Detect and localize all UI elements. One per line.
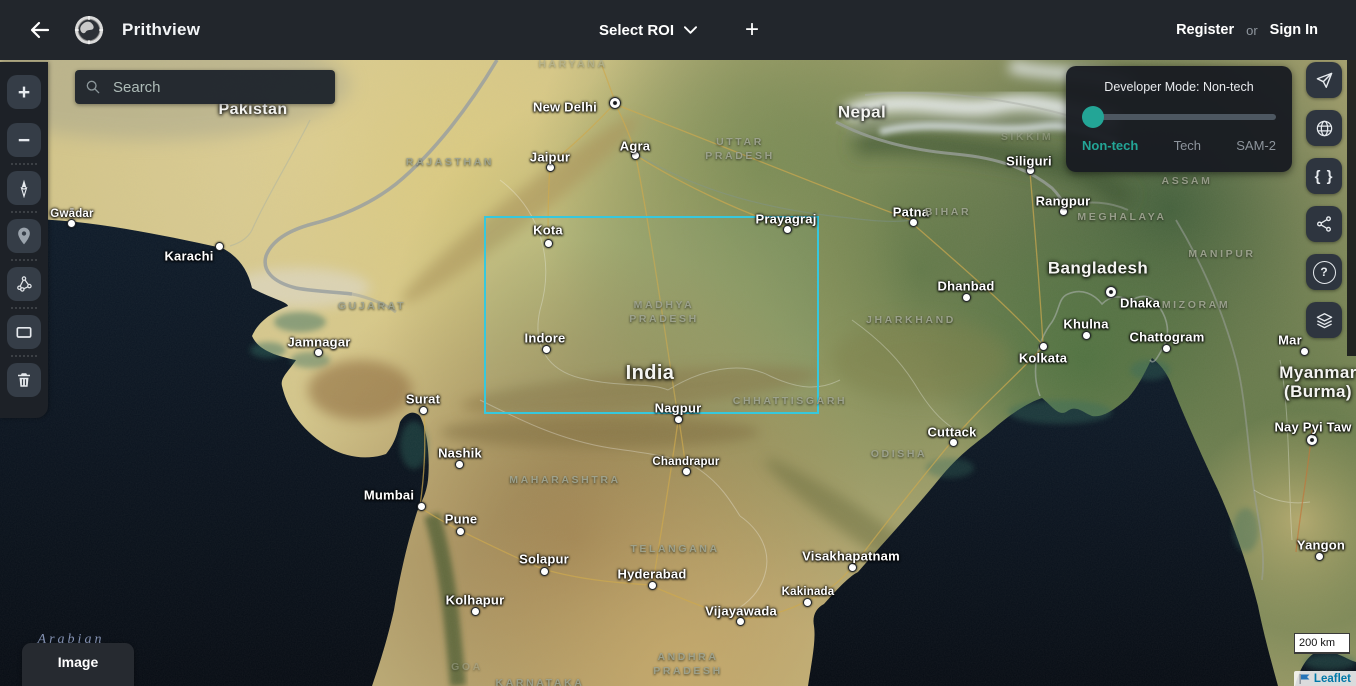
- polygon-draw-button[interactable]: [7, 267, 41, 301]
- leaflet-link[interactable]: Leaflet: [1314, 673, 1351, 685]
- signin-link[interactable]: Sign In: [1270, 22, 1318, 38]
- help-icon: ?: [1313, 261, 1336, 284]
- mode-option-sam2[interactable]: SAM-2: [1236, 138, 1276, 153]
- toolbar-separator: [11, 211, 37, 213]
- back-button[interactable]: [24, 14, 56, 46]
- zoom-in-button[interactable]: +: [7, 75, 41, 109]
- developer-mode-panel: Developer Mode: Non-tech Non-tech Tech S…: [1066, 66, 1292, 172]
- add-roi-button[interactable]: +: [741, 18, 763, 42]
- mode-options: Non-tech Tech SAM-2: [1082, 138, 1276, 153]
- mode-slider-track[interactable]: [1082, 114, 1276, 120]
- image-button[interactable]: Image: [22, 643, 134, 686]
- share-icon: [1315, 215, 1333, 233]
- polygon-icon: [14, 274, 34, 294]
- leaflet-flag-icon: [1299, 674, 1310, 684]
- topbar-left: Prithview: [0, 14, 200, 46]
- marker-button[interactable]: [7, 219, 41, 253]
- chevron-down-icon: [684, 26, 697, 34]
- or-text: or: [1246, 23, 1258, 38]
- plus-icon: +: [18, 82, 30, 103]
- mode-option-nontech[interactable]: Non-tech: [1082, 138, 1138, 153]
- compass-icon: [14, 178, 34, 198]
- topbar-center: Select ROI +: [593, 0, 763, 60]
- marker-pin-icon: [14, 226, 34, 246]
- right-toolbar: { } ?: [1306, 62, 1342, 338]
- code-button[interactable]: { }: [1306, 158, 1342, 194]
- app-logo-globe-icon: [74, 15, 104, 45]
- minus-icon: −: [18, 130, 30, 151]
- search-box[interactable]: [75, 70, 335, 104]
- mode-slider-knob[interactable]: [1082, 106, 1104, 128]
- delete-button[interactable]: [7, 363, 41, 397]
- compass-button[interactable]: [7, 171, 41, 205]
- zoom-out-button[interactable]: −: [7, 123, 41, 157]
- share-button[interactable]: [1306, 206, 1342, 242]
- left-toolbar: + −: [0, 62, 48, 418]
- globe-button[interactable]: [1306, 110, 1342, 146]
- rectangle-draw-button[interactable]: [7, 315, 41, 349]
- braces-icon: { }: [1315, 168, 1334, 185]
- register-link[interactable]: Register: [1176, 22, 1234, 38]
- mode-slider: [1082, 106, 1276, 128]
- select-roi-dropdown[interactable]: Select ROI: [593, 21, 703, 40]
- search-input[interactable]: [111, 78, 325, 97]
- right-edge-strip: [1347, 60, 1356, 356]
- toolbar-separator: [11, 307, 37, 309]
- topbar-right: Register or Sign In: [1176, 22, 1356, 38]
- locate-arrow-icon: [1315, 71, 1334, 90]
- mode-option-tech[interactable]: Tech: [1174, 138, 1201, 153]
- toolbar-separator: [11, 163, 37, 165]
- back-arrow-icon: [28, 18, 52, 42]
- rectangle-icon: [14, 322, 34, 342]
- map-canvas[interactable]: New DelhiJaipurAgraKotaPrayagrajPatnaSil…: [0, 60, 1356, 686]
- roi-rectangle[interactable]: [485, 217, 818, 413]
- developer-mode-title: Developer Mode: Non-tech: [1082, 80, 1276, 94]
- layers-icon: [1315, 311, 1334, 330]
- globe-icon: [1315, 119, 1334, 138]
- help-button[interactable]: ?: [1306, 254, 1342, 290]
- select-roi-label: Select ROI: [599, 22, 674, 39]
- locate-button[interactable]: [1306, 62, 1342, 98]
- trash-icon: [15, 371, 33, 389]
- map-attribution: Leaflet: [1294, 671, 1356, 686]
- scale-control: 200 km: [1294, 633, 1350, 654]
- topbar: Prithview Select ROI + Register or Sign …: [0, 0, 1356, 60]
- app-root: Prithview Select ROI + Register or Sign …: [0, 0, 1356, 686]
- toolbar-separator: [11, 259, 37, 261]
- layers-button[interactable]: [1306, 302, 1342, 338]
- app-title: Prithview: [122, 20, 200, 40]
- search-icon: [85, 79, 101, 95]
- toolbar-separator: [11, 355, 37, 357]
